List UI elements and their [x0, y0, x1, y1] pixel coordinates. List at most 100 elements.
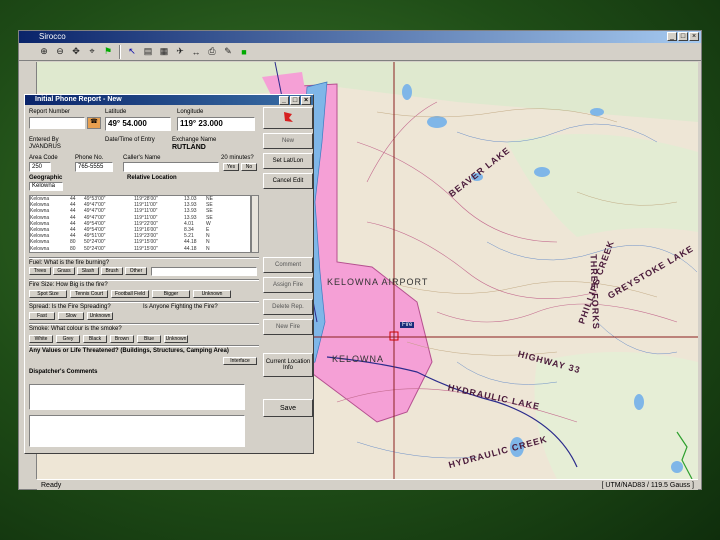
caller-name-label: Caller's Name — [123, 155, 161, 161]
smoke-option-button[interactable]: Brown — [110, 335, 134, 343]
fuel-option-button[interactable]: Trees — [29, 267, 51, 275]
latitude-label: Latitude — [105, 109, 127, 115]
status-bar: Ready [ UTM/NAD83 / 119.5 Gauss ] — [37, 479, 698, 490]
table-cell: 44.18 — [184, 245, 197, 252]
report-number-select[interactable] — [29, 117, 85, 129]
table-cell: 80 — [70, 245, 76, 252]
interface-button[interactable]: Interface — [223, 357, 257, 365]
report-number-label: Report Number — [29, 109, 71, 115]
status-text: Ready — [41, 482, 62, 489]
area-code-label: Area Code — [29, 155, 58, 161]
geographic-label: Geographic — [29, 175, 63, 181]
new-button[interactable]: New — [263, 133, 313, 149]
phone-field[interactable]: 765-5555 — [75, 162, 113, 172]
caller-name-field[interactable] — [123, 162, 219, 172]
phone-label: Phone No. — [75, 155, 104, 161]
set-latlon-button[interactable]: Set Lat/Lon — [263, 153, 313, 169]
new-fire-button[interactable]: New Fire — [263, 319, 313, 335]
grid-icon[interactable]: ▦ — [157, 44, 171, 59]
save-button[interactable]: Save — [263, 399, 313, 417]
status-projection: [ UTM/NAD83 / 119.5 Gauss ] — [601, 482, 694, 489]
comments-label: Dispatcher's Comments — [29, 369, 98, 375]
longitude-field[interactable]: 119° 23.000 — [177, 117, 255, 131]
map-label-kelowna-airport: KELOWNA AIRPORT — [327, 277, 429, 287]
fuel-other-field[interactable] — [151, 267, 257, 276]
delete-report-button[interactable]: Delete Rep. — [263, 299, 313, 315]
assign-fire-button[interactable]: Assign Fire — [263, 277, 313, 293]
fuel-option-button[interactable]: Grass — [53, 267, 75, 275]
flag-icon[interactable]: ■ — [237, 44, 251, 59]
close-button[interactable]: × — [689, 32, 699, 41]
dialog-minimize-button[interactable]: _ — [279, 96, 289, 105]
comments-field-1[interactable] — [29, 384, 245, 410]
table-cell: Kelowna — [30, 245, 50, 252]
spread-option-button[interactable]: Fast — [29, 312, 55, 320]
zoom-in-icon[interactable]: ⊕ — [37, 44, 51, 59]
cancel-edit-button[interactable]: Cancel Edit — [263, 173, 313, 189]
dialog-title: Initial Phone Report - New — [35, 96, 122, 103]
app-titlebar: Sirocco _ □ × — [19, 31, 701, 43]
exchange-label: Exchange Name — [172, 137, 217, 143]
current-location-button[interactable]: Current Location Info — [263, 353, 313, 377]
relative-location-label: Relative Location — [127, 175, 177, 181]
entered-by-value: JVANDRUS — [29, 144, 61, 150]
datetime-label: Date/Time of Entry — [105, 137, 155, 143]
fuel-option-button[interactable]: Brush — [101, 267, 123, 275]
size-label: Fire Size: How Big is the fire? — [29, 282, 108, 288]
comments-field-2[interactable] — [29, 415, 245, 447]
place-table[interactable]: Kelowna 44 49°53'00" 119°28'00" 13.03 NE Kelow… — [29, 195, 251, 253]
minimize-button[interactable]: _ — [667, 32, 677, 41]
zoom-out-icon[interactable]: ⊖ — [53, 44, 67, 59]
no-button[interactable]: No — [241, 163, 257, 171]
dialog-close-button[interactable]: × — [301, 96, 311, 105]
phone-icon[interactable]: ☎ — [87, 117, 101, 129]
dialog-maximize-button[interactable]: □ — [290, 96, 300, 105]
exchange-value: RUTLAND — [172, 144, 206, 151]
area-code-field[interactable]: 250 — [29, 162, 51, 172]
comment-button[interactable]: Comment — [263, 257, 313, 273]
place-table-scrollbar[interactable] — [251, 195, 259, 253]
layer-icon[interactable]: ▤ — [141, 44, 155, 59]
pan-icon[interactable]: ✥ — [69, 44, 83, 59]
maximize-button[interactable]: □ — [678, 32, 688, 41]
entered-by-label: Entered By — [29, 137, 59, 143]
table-cell: N — [206, 245, 210, 252]
spread-option-button[interactable]: Slow — [58, 312, 84, 320]
smoke-option-button[interactable]: Blue — [137, 335, 161, 343]
table-cell: 50°24'00" — [84, 245, 106, 252]
print-icon[interactable]: ⎙ — [205, 44, 219, 59]
identify-icon[interactable]: ⌖ — [85, 44, 99, 59]
smoke-option-button[interactable]: Grey — [56, 335, 80, 343]
edit-icon[interactable]: ✎ — [221, 44, 235, 59]
smoke-label: Smoke: What colour is the smoke? — [29, 326, 122, 332]
yes-button[interactable]: Yes — [223, 163, 239, 171]
spread-label: Spread: Is the Fire Spreading? — [29, 304, 111, 310]
dialog-titlebar: Initial Phone Report - New _ □ × — [25, 95, 313, 105]
size-option-button[interactable]: Spot Size — [29, 290, 67, 298]
table-cell: 119°15'00" — [134, 245, 158, 252]
app-title: Sirocco — [39, 32, 66, 41]
fuel-label: Fuel: What is the fire burning? — [29, 260, 110, 266]
measure-icon[interactable]: ↔ — [189, 44, 203, 59]
size-option-button[interactable]: Tennis Court — [70, 290, 108, 298]
smoke-option-button[interactable]: White — [29, 335, 53, 343]
fire-marker-label[interactable]: Fire — [400, 322, 415, 328]
place-field[interactable]: Kelowna — [29, 182, 63, 191]
aircraft-icon[interactable]: ✈ — [173, 44, 187, 59]
fighting-label: Is Anyone Fighting the Fire? — [143, 304, 218, 310]
size-option-button[interactable]: Football Field — [111, 290, 149, 298]
size-option-button[interactable]: Bigger — [152, 290, 190, 298]
fire-report-icon[interactable]: ⚑ — [101, 44, 115, 59]
smoke-option-button[interactable]: Unknown — [164, 335, 188, 343]
select-icon[interactable]: ↖ — [125, 44, 139, 59]
fire-flag-icon — [263, 107, 313, 129]
toolbar: ⊕ ⊖ ✥ ⌖ ⚑ ↖ ▤ ▦ ✈ ↔ ⎙ ✎ ■ — [19, 43, 701, 61]
smoke-option-button[interactable]: Black — [83, 335, 107, 343]
fuel-option-button[interactable]: Other — [125, 267, 147, 275]
spread-option-button[interactable]: Unknown — [87, 312, 113, 320]
size-option-button[interactable]: Unknown — [193, 290, 231, 298]
table-row[interactable]: Kelowna 80 50°24'00" 119°15'00" 44.18 N — [30, 246, 250, 252]
phone-report-dialog: Initial Phone Report - New _ □ × Report … — [24, 94, 314, 454]
latitude-field[interactable]: 49° 54.000 — [105, 117, 171, 131]
fuel-option-button[interactable]: Slash — [77, 267, 99, 275]
